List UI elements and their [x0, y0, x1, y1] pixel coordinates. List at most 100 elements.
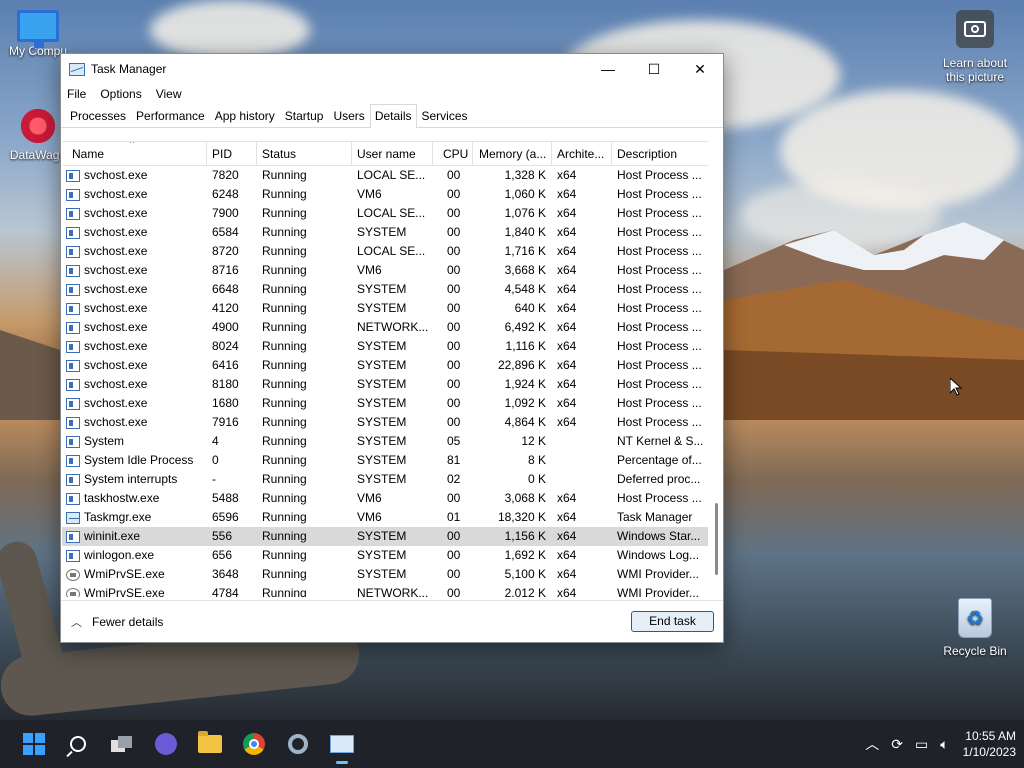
start-button[interactable]: [12, 722, 56, 766]
maximize-button[interactable]: ☐: [631, 54, 677, 84]
column-header-cpu[interactable]: CPU: [433, 142, 473, 166]
user-cell: VM6: [357, 491, 382, 505]
minimize-button[interactable]: —: [585, 54, 631, 84]
user-cell: SYSTEM: [357, 225, 407, 239]
chrome-button[interactable]: [232, 722, 276, 766]
table-row[interactable]: svchost.exe 7916 Running SYSTEM 00 4,864 K x64…: [62, 413, 708, 432]
end-task-button[interactable]: End task: [631, 611, 714, 632]
desc-cell: Host Process ...: [617, 225, 702, 239]
cpu-cell: 00: [447, 187, 461, 201]
table-row[interactable]: Taskmgr.exe 6596 Running VM6 01 18,320 K x64 Ta…: [62, 508, 708, 527]
process-icon: [66, 245, 80, 258]
tab-app-history[interactable]: App history: [210, 104, 280, 127]
table-row[interactable]: System Idle Process 0 Running SYSTEM 81 8 K Pe…: [62, 451, 708, 470]
column-header-pid[interactable]: PID: [207, 142, 257, 166]
volume-icon[interactable]: 🔈︎: [940, 736, 948, 753]
arch-cell: x64: [557, 491, 577, 505]
table-row[interactable]: svchost.exe 6584 Running SYSTEM 00 1,840 K x64…: [62, 223, 708, 242]
process-icon: [66, 492, 80, 505]
user-cell: NETWORK...: [357, 320, 429, 334]
table-row[interactable]: svchost.exe 4120 Running SYSTEM 00 640 K x64 Ho…: [62, 299, 708, 318]
process-name-cell: svchost.exe: [62, 204, 207, 223]
column-header-name[interactable]: Name: [62, 142, 207, 166]
table-row[interactable]: svchost.exe 8716 Running VM6 00 3,668 K x64 Hos…: [62, 261, 708, 280]
table-row[interactable]: taskhostw.exe 5488 Running VM6 00 3,068 K x64 H…: [62, 489, 708, 508]
chrome-icon: [243, 733, 265, 755]
user-cell: SYSTEM: [357, 377, 407, 391]
table-row[interactable]: svchost.exe 1680 Running SYSTEM 00 1,092 K x64…: [62, 394, 708, 413]
arch-cell: x64: [557, 548, 577, 562]
column-header-memory[interactable]: Memory (a...: [473, 142, 552, 166]
table-row[interactable]: svchost.exe 7900 Running LOCAL SE... 00 1,076…: [62, 204, 708, 223]
process-name: taskhostw.exe: [84, 491, 160, 505]
scrollbar-thumb[interactable]: [715, 503, 718, 575]
desktop-icon-my-computer[interactable]: My Compu: [0, 10, 76, 58]
process-icon: [66, 169, 80, 182]
tab-startup[interactable]: Startup: [280, 104, 329, 127]
table-row[interactable]: svchost.exe 8024 Running SYSTEM 00 1,116 K x64…: [62, 337, 708, 356]
close-button[interactable]: ✕: [677, 54, 723, 84]
table-row[interactable]: svchost.exe 4900 Running NETWORK... 00 6,492 …: [62, 318, 708, 337]
table-row[interactable]: svchost.exe 6648 Running SYSTEM 00 4,548 K x64…: [62, 280, 708, 299]
status-cell: Running: [262, 491, 307, 505]
network-icon[interactable]: ▭: [915, 736, 928, 753]
process-name-cell: svchost.exe: [62, 375, 207, 394]
column-header-description[interactable]: Description: [612, 142, 708, 166]
clock[interactable]: 10:55 AM 1/10/2023: [963, 728, 1016, 760]
table-row[interactable]: WmiPrvSE.exe 3648 Running SYSTEM 00 5,100 K x6…: [62, 565, 708, 584]
table-row[interactable]: svchost.exe 6248 Running VM6 00 1,060 K x64 Hos…: [62, 185, 708, 204]
menu-options[interactable]: Options: [100, 87, 141, 101]
menu-view[interactable]: View: [156, 87, 182, 101]
column-header-architecture[interactable]: Archite...: [552, 142, 612, 166]
meet-button[interactable]: [144, 722, 188, 766]
settings-icon: [288, 734, 308, 754]
table-row[interactable]: WmiPrvSE.exe 4784 Running NETWORK... 00 2,012…: [62, 584, 708, 597]
user-cell: LOCAL SE...: [357, 206, 426, 220]
desktop-icon-label: Recycle Bin: [943, 644, 1007, 658]
mem-cell: 4,548 K: [504, 282, 546, 296]
process-icon: [66, 207, 80, 220]
table-row[interactable]: svchost.exe 7820 Running LOCAL SE... 00 1,328…: [62, 166, 708, 185]
fewer-details-button[interactable]: ︿ Fewer details: [71, 614, 163, 630]
settings-button[interactable]: [276, 722, 320, 766]
table-row[interactable]: System interrupts - Running SYSTEM 02 0 K Defe…: [62, 470, 708, 489]
title-bar[interactable]: Task Manager — ☐ ✕: [61, 54, 723, 84]
file-explorer-button[interactable]: [188, 722, 232, 766]
task-view-button[interactable]: [100, 722, 144, 766]
table-row[interactable]: winlogon.exe 656 Running SYSTEM 00 1,692 K x64…: [62, 546, 708, 565]
table-row[interactable]: svchost.exe 8720 Running LOCAL SE... 00 1,716…: [62, 242, 708, 261]
task-view-icon: [111, 736, 133, 752]
pid-cell: 4120: [212, 301, 239, 315]
desktop-icon-recycle-bin[interactable]: ♻ Recycle Bin: [936, 598, 1014, 658]
cpu-cell: 00: [447, 415, 461, 429]
process-name-cell: System interrupts: [62, 470, 207, 489]
tab-processes[interactable]: Processes: [65, 104, 131, 127]
tab-users[interactable]: Users: [328, 104, 369, 127]
table-row[interactable]: wininit.exe 556 Running SYSTEM 00 1,156 K x64 W…: [62, 527, 708, 546]
chevron-up-icon[interactable]: ︿: [865, 734, 879, 754]
tab-services[interactable]: Services: [417, 104, 473, 127]
pid-cell: 1680: [212, 396, 239, 410]
process-name-cell: Taskmgr.exe: [62, 508, 207, 527]
search-button[interactable]: [56, 722, 100, 766]
windows-logo-icon: [23, 733, 45, 755]
cpu-cell: 00: [447, 339, 461, 353]
table-row[interactable]: svchost.exe 6416 Running SYSTEM 00 22,896 K x6…: [62, 356, 708, 375]
column-header-status[interactable]: Status: [257, 142, 352, 166]
mem-cell: 8 K: [527, 453, 546, 467]
table-row[interactable]: System 4 Running SYSTEM 05 12 K NT Kernel & S.…: [62, 432, 708, 451]
user-cell: NETWORK...: [357, 586, 429, 597]
pid-cell: 7820: [212, 168, 239, 182]
desktop-icon-learn-about-picture[interactable]: Learn about this picture: [936, 10, 1014, 84]
sync-warning-icon[interactable]: ⟳: [891, 736, 903, 753]
pid-cell: -: [212, 472, 216, 486]
column-header-user[interactable]: User name: [352, 142, 433, 166]
datawagon-icon: [18, 106, 58, 146]
table-row[interactable]: svchost.exe 8180 Running SYSTEM 00 1,924 K x64…: [62, 375, 708, 394]
system-tray: ︿ ⟳ ▭ 🔈︎ 10:55 AM 1/10/2023: [859, 720, 1016, 768]
tab-performance[interactable]: Performance: [131, 104, 210, 127]
menu-file[interactable]: File: [67, 87, 86, 101]
task-manager-taskbar-button[interactable]: [320, 722, 364, 766]
vertical-scrollbar[interactable]: [709, 165, 723, 597]
tab-details[interactable]: Details: [369, 104, 417, 128]
